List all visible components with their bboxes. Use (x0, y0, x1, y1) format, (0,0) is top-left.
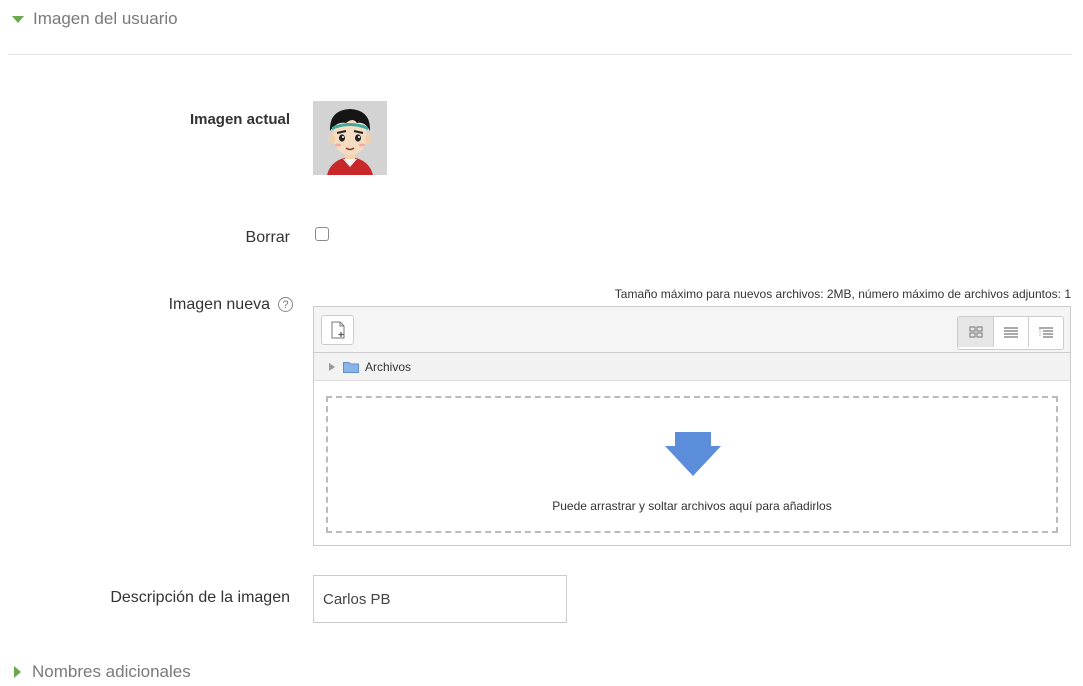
add-file-button[interactable] (321, 315, 354, 345)
section-toggle-additional-names[interactable]: Nombres adicionales (12, 660, 191, 684)
image-description-label: Descripción de la imagen (110, 589, 290, 606)
new-picture-label-row: Imagen nueva? (169, 296, 293, 314)
view-tree-button[interactable] (1028, 317, 1063, 347)
view-mode-group (957, 316, 1064, 350)
path-folder-label[interactable]: Archivos (365, 360, 411, 374)
current-picture-label: Imagen actual (189, 111, 290, 128)
delete-label: Borrar (245, 229, 290, 246)
image-description-input[interactable] (313, 575, 567, 623)
file-picker: Archivos Puede arrastrar y soltar archiv… (313, 306, 1071, 546)
view-icons-button[interactable] (958, 317, 993, 347)
view-tree-icon (1039, 327, 1053, 338)
divider (8, 54, 1072, 55)
dropzone[interactable]: Puede arrastrar y soltar archivos aquí p… (326, 396, 1058, 533)
section-title: Nombres adicionales (32, 662, 191, 681)
chevron-down-icon (12, 15, 24, 23)
section-toggle-user-picture[interactable]: Imagen del usuario (12, 7, 178, 31)
chevron-right-icon (329, 362, 335, 371)
drop-arrow-icon (665, 432, 721, 476)
avatar (313, 101, 387, 175)
help-icon[interactable]: ? (278, 297, 293, 313)
view-details-icon (1004, 327, 1018, 338)
new-picture-label: Imagen nueva (168, 296, 270, 313)
view-icons-icon (969, 326, 982, 338)
delete-checkbox[interactable] (315, 227, 329, 241)
chevron-right-icon (14, 666, 21, 678)
dropzone-text: Puede arrastrar y soltar archivos aquí p… (552, 499, 832, 513)
section-title: Imagen del usuario (33, 9, 178, 28)
folder-icon (343, 361, 359, 373)
add-file-icon (331, 321, 344, 339)
file-picker-toolbar (314, 307, 1070, 353)
view-details-button[interactable] (993, 317, 1028, 347)
max-file-info: Tamaño máximo para nuevos archivos: 2MB,… (614, 287, 1071, 301)
path-bar: Archivos (314, 353, 1070, 381)
